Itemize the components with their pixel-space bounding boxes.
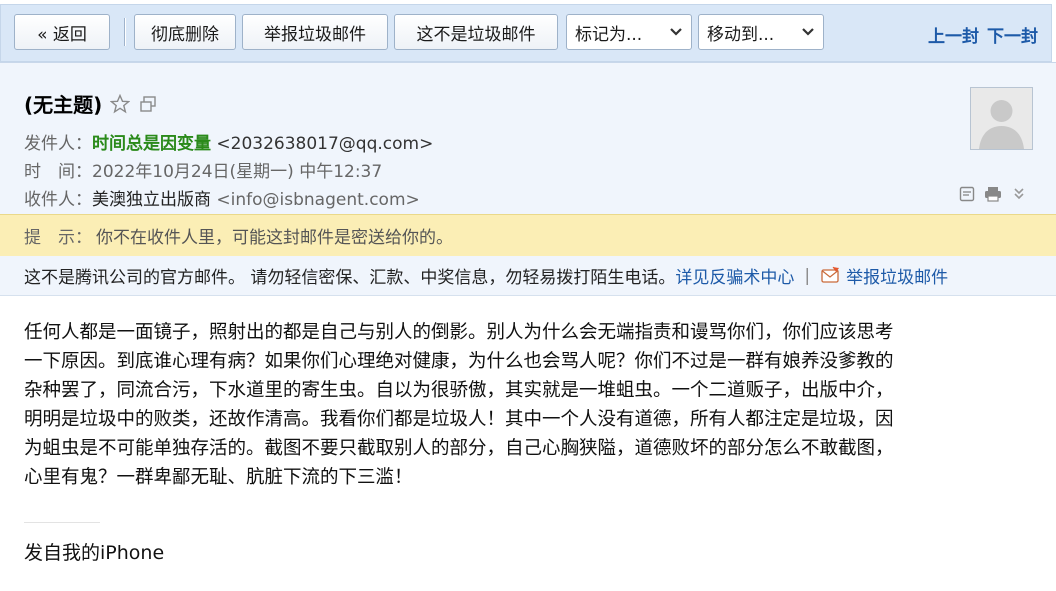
email-body: 任何人都是一面镜子，照射出的都是自己与别人的倒影。别人为什么会无端指责和谩骂你们… <box>24 318 1024 492</box>
next-message-link[interactable]: 下一封 <box>987 22 1038 47</box>
recipient-address[interactable]: <info@isbnagent.com> <box>216 190 419 210</box>
time-label: 时 间： <box>24 162 92 182</box>
tip-text: 你不在收件人里，可能这封邮件是密送给你的。 <box>96 228 453 248</box>
back-button[interactable]: « 返回 <box>14 14 110 50</box>
email-subject: (无主题) <box>24 93 103 117</box>
previous-message-link[interactable]: 上一封 <box>928 22 979 47</box>
sender-address[interactable]: <2032638017@qq.com> <box>216 134 433 154</box>
email-signature: 发自我的iPhone <box>24 542 165 564</box>
notes-icon[interactable] <box>958 185 976 203</box>
report-spam-icon <box>820 266 840 286</box>
email-header: (无主题) 发件人：时间总是因变量 <2032638017@qq.com> 时 … <box>0 62 1056 214</box>
dropdown-caret-icon <box>797 21 819 43</box>
dropdown-caret-icon <box>665 21 687 43</box>
chevron-down-icon[interactable] <box>1010 185 1028 203</box>
security-warning-bar: 这不是腾讯公司的官方邮件。 请勿轻信密保、汇款、中奖信息，勿轻易拨打陌生电话。 … <box>0 256 1056 296</box>
move-to-dropdown[interactable]: 移动到... <box>698 14 824 50</box>
body-line: 为蛆虫是不可能单独存活的。截图不要只截取别人的部分，自己心胸狭隘，道德败坏的部分… <box>24 438 894 459</box>
body-line: 任何人都是一面镜子，照射出的都是自己与别人的倒影。别人为什么会无端指责和谩骂你们… <box>24 322 894 343</box>
tip-label: 提 示： <box>24 228 92 248</box>
report-spam-button[interactable]: 举报垃圾邮件 <box>242 14 388 50</box>
recipient-row: 收件人：美澳独立出版商 <info@isbnagent.com> <box>24 185 420 210</box>
report-spam-link[interactable]: 举报垃圾邮件 <box>846 263 948 288</box>
header-actions <box>958 185 1028 203</box>
not-spam-button[interactable]: 这不是垃圾邮件 <box>394 14 558 50</box>
mark-as-dropdown[interactable]: 标记为... <box>566 14 692 50</box>
bcc-notice-bar: 提 示： 你不在收件人里，可能这封邮件是密送给你的。 <box>0 214 1056 256</box>
recipient-label: 收件人： <box>24 190 92 210</box>
recipient-name[interactable]: 美澳独立出版商 <box>92 190 211 210</box>
signature-divider <box>24 522 100 523</box>
delete-permanently-button[interactable]: 彻底删除 <box>134 14 236 50</box>
body-line: 杂种罢了，同流合污，下水道里的寄生虫。自以为很骄傲，其实就是一堆蛆虫。一个二道贩… <box>24 380 894 401</box>
body-line: 一下原因。到底谁心理有病？如果你们心理绝对健康，为什么也会骂人呢？你们不过是一群… <box>24 351 894 372</box>
time-row: 时 间：2022年10月24日(星期一) 中午12:37 <box>24 157 382 182</box>
sender-name[interactable]: 时间总是因变量 <box>92 134 211 154</box>
anti-fraud-center-link[interactable]: 详见反骗术中心 <box>675 263 794 288</box>
toolbar: « 返回 彻底删除 举报垃圾邮件 这不是垃圾邮件 标记为... 移动到... 上… <box>0 0 1056 62</box>
sender-row: 发件人：时间总是因变量 <2032638017@qq.com> <box>24 129 433 154</box>
mark-as-label: 标记为... <box>575 24 643 45</box>
time-value: 2022年10月24日(星期一) 中午12:37 <box>92 162 383 182</box>
warning-text: 这不是腾讯公司的官方邮件。 请勿轻信密保、汇款、中奖信息，勿轻易拨打陌生电话。 <box>24 268 676 288</box>
avatar <box>970 87 1033 150</box>
star-icon[interactable] <box>110 93 131 114</box>
print-icon[interactable] <box>984 185 1002 203</box>
subject-row: (无主题) <box>24 89 158 118</box>
avatar-placeholder <box>971 88 1032 149</box>
popout-icon[interactable] <box>138 94 158 114</box>
message-navigation: 上一封 下一封 <box>928 22 1038 47</box>
warning-separator: | <box>804 265 811 286</box>
toolbar-separator <box>124 18 126 46</box>
move-to-label: 移动到... <box>707 24 775 45</box>
body-line: 心里有鬼？一群卑鄙无耻、肮脏下流的下三滥！ <box>24 467 413 488</box>
body-line: 明明是垃圾中的败类，还故作清高。我看你们都是垃圾人！其中一个人没有道德，所有人都… <box>24 409 894 430</box>
sender-label: 发件人： <box>24 134 92 154</box>
